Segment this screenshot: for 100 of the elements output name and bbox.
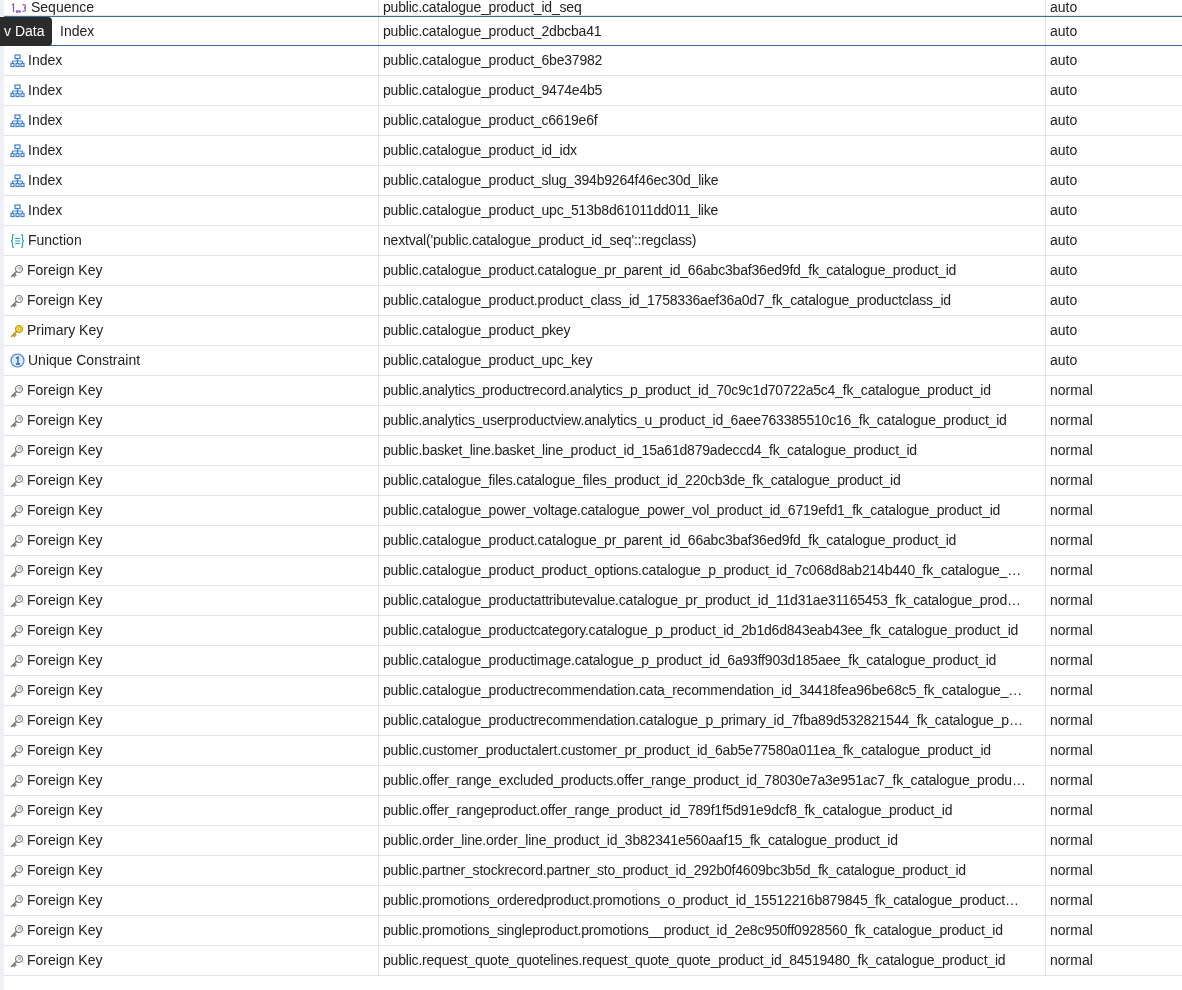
table-cell-text: Foreign Key: [27, 381, 103, 400]
table-cell-text: public.promotions_singleproduct.promotions__product_id_2e8c950ff0928560_fk_catalogue_product_id: [383, 921, 1003, 940]
table-cell-text: Foreign Key: [27, 531, 103, 550]
table-cell-text: normal: [1050, 411, 1093, 430]
table-cell-text: public.catalogue_product_slug_394b9264f46ec30d_like: [383, 171, 719, 190]
table-cell-text: Index: [28, 111, 63, 130]
table-cell-text: Foreign Key: [27, 471, 103, 490]
table-cell-text: normal: [1050, 471, 1093, 490]
table-cell-text: public.partner_stockrecord.partner_sto_product_id_292b0f4609bc3b5d_fk_catalogue_product_id: [383, 861, 966, 880]
table-cell-text: Foreign Key: [27, 441, 103, 460]
table-cell-text: Index: [28, 81, 63, 100]
table-cell-text: public.catalogue_product_9474e4b5: [383, 81, 603, 100]
table-cell-text: Foreign Key: [27, 921, 103, 940]
table-cell-text: Foreign Key: [27, 861, 103, 880]
table-cell-text: auto: [1050, 351, 1078, 370]
table-cell-text: Foreign Key: [27, 651, 103, 670]
table-cell-text: public.order_line.order_line_product_id_3b82341e560aaf15_fk_catalogue_product_id: [383, 831, 898, 850]
table-cell-text: Foreign Key: [27, 891, 103, 910]
table-cell-text: Unique Constraint: [28, 351, 141, 370]
table-cell-text: Foreign Key: [27, 591, 103, 610]
table-cell-text: auto: [1050, 21, 1078, 41]
table-cell-text: auto: [1050, 231, 1078, 250]
table-cell-text: normal: [1050, 741, 1093, 760]
table-cell-text: normal: [1050, 531, 1093, 550]
table-cell-text: Function: [28, 231, 82, 250]
table-cell-text: normal: [1050, 621, 1093, 640]
table-cell-text: public.catalogue_power_voltage.catalogue_power_vol_product_id_6719efd1_fk_catalogue_product_id: [383, 501, 1001, 520]
tooltip: v Data: [0, 17, 52, 46]
table-cell-text: public.catalogue_productcategory.catalogue_p_product_id_2b1d6d843eab43ee_fk_catalogue_product_id: [383, 621, 1019, 640]
table-cell-text: public.promotions_orderedproduct.promotions_o_product_id_15512216b879845_fk_catalogue_product…: [383, 891, 1019, 910]
table-cell-text: auto: [1050, 171, 1078, 190]
table-cell-text: auto: [1050, 261, 1078, 280]
table-cell-text: public.catalogue_productattributevalue.catalogue_pr_product_id_11d31ae31165453_fk_catalogue_prod…: [383, 591, 1021, 610]
table-cell-text: auto: [1050, 201, 1078, 220]
table-cell-text: Foreign Key: [27, 711, 103, 730]
table-cell-text: normal: [1050, 771, 1093, 790]
table-cell-text: public.offer_range_excluded_products.offer_range_product_id_78030e7a3e951ac7_fk_catalogue_produ…: [383, 771, 1026, 790]
table-cell: auto: [1050, 0, 1078, 15]
table-cell-text: Index: [28, 171, 63, 190]
table-cell-text: public.request_quote_quotelines.request_quote_quote_product_id_84519480_fk_catalogue_product_id: [383, 951, 1006, 970]
table-cell-text: Foreign Key: [27, 741, 103, 760]
table-cell-text: public.offer_rangeproduct.offer_range_product_id_789f1f5d91e9dcf8_fk_catalogue_product_id: [383, 801, 953, 820]
table-cell-text: public.analytics_productrecord.analytics_p_product_id_70c9c1d70722a5c4_fk_catalogue_product_id: [383, 381, 991, 400]
table-cell-text: Foreign Key: [27, 261, 103, 280]
table-cell-text: Foreign Key: [27, 411, 103, 430]
table-cell-text: Index: [28, 201, 63, 220]
table-cell-text: auto: [1050, 81, 1078, 100]
table-cell-text: auto: [1050, 321, 1078, 340]
table-cell-text: public.catalogue_product_6be37982: [383, 51, 603, 70]
table-cell-text: Foreign Key: [27, 771, 103, 790]
table-cell-text: Foreign Key: [27, 561, 103, 580]
table-cell-text: normal: [1050, 861, 1093, 880]
table-cell-text: normal: [1050, 921, 1093, 940]
table-cell-text: normal: [1050, 591, 1093, 610]
table-cell-text: Foreign Key: [27, 831, 103, 850]
table-cell-text: normal: [1050, 651, 1093, 670]
table-cell-text: normal: [1050, 891, 1093, 910]
table-cell-text: public.catalogue_product.catalogue_pr_parent_id_66abc3baf36ed9fd_fk_catalogue_product_id: [383, 531, 957, 550]
table-cell-text: public.catalogue_product_pkey: [383, 321, 571, 340]
table-cell-text: public.catalogue_productrecommendation.catalogue_p_primary_id_7fba89d532821544_fk_catalogue_p…: [383, 711, 1023, 730]
table-cell-text: nextval('public.catalogue_product_id_seq'::regclass): [383, 231, 697, 250]
table-cell-text: normal: [1050, 561, 1093, 580]
table-cell-text: public.catalogue_productimage.catalogue_p_product_id_6a93ff903d185aee_fk_catalogue_product_id: [383, 651, 997, 670]
table-cell-text: Foreign Key: [27, 681, 103, 700]
table-cell-text: public.catalogue_product.product_class_id_1758336aef36a0d7_fk_catalogue_productclass_id: [383, 291, 951, 310]
table-cell-text: public.catalogue_product_2dbcba41: [383, 21, 602, 41]
table-cell-text: normal: [1050, 711, 1093, 730]
table-cell-text: auto: [1050, 291, 1078, 310]
table-cell-text: auto: [1050, 141, 1078, 160]
table-cell-text: Foreign Key: [27, 801, 103, 820]
table-cell-text: public.catalogue_product_product_options.catalogue_p_product_id_7c068d8ab214b440_fk_catalogue_…: [383, 561, 1021, 580]
table-cell-text: normal: [1050, 801, 1093, 820]
table-cell-text: Index: [28, 141, 63, 160]
table-cell-text: Foreign Key: [27, 291, 103, 310]
table-cell-text: Index: [60, 21, 95, 41]
table-cell-text: public.catalogue_product_upc_key: [383, 351, 593, 370]
table-cell-text: public.catalogue_files.catalogue_files_product_id_220cb3de_fk_catalogue_product_id: [383, 471, 901, 490]
table-cell-text: public.catalogue_productrecommendation.cata_recommendation_id_34418fea96be68c5_fk_catalogue_…: [383, 681, 1023, 700]
table-cell-text: public.catalogue_product_id_idx: [383, 141, 577, 160]
table-cell-text: public.customer_productalert.customer_pr_product_id_6ab5e77580a011ea_fk_catalogue_product_id: [383, 741, 991, 760]
table-cell-text: public.catalogue_product.catalogue_pr_parent_id_66abc3baf36ed9fd_fk_catalogue_product_id: [383, 261, 957, 280]
table-cell-text: normal: [1050, 441, 1093, 460]
table-cell: Sequence: [31, 0, 95, 15]
table-cell-text: auto: [1050, 111, 1078, 130]
table-cell-text: public.analytics_userproductview.analytics_u_product_id_6aee763385510c16_fk_catalogue_product_id: [383, 411, 1007, 430]
table-cell-text: normal: [1050, 381, 1093, 400]
table-cell-text: Foreign Key: [27, 621, 103, 640]
table-cell-text: normal: [1050, 951, 1093, 970]
table-cell-text: public.basket_line.basket_line_product_id_15a61d879adeccd4_fk_catalogue_product_id: [383, 441, 917, 460]
table-cell-text: normal: [1050, 831, 1093, 850]
table-cell-text: Foreign Key: [27, 951, 103, 970]
table-cell-text: Index: [28, 51, 63, 70]
table-cell-text: normal: [1050, 681, 1093, 700]
table-cell-text: Primary Key: [27, 321, 104, 340]
table-cell: public.catalogue_product_id_seq: [383, 0, 582, 15]
table-cell-text: normal: [1050, 501, 1093, 520]
table-cell-text: Foreign Key: [27, 501, 103, 520]
table-cell-text: public.catalogue_product_c6619e6f: [383, 111, 598, 130]
table-cell-text: auto: [1050, 51, 1078, 70]
table-cell-text: public.catalogue_product_upc_513b8d61011dd011_like: [383, 201, 719, 220]
